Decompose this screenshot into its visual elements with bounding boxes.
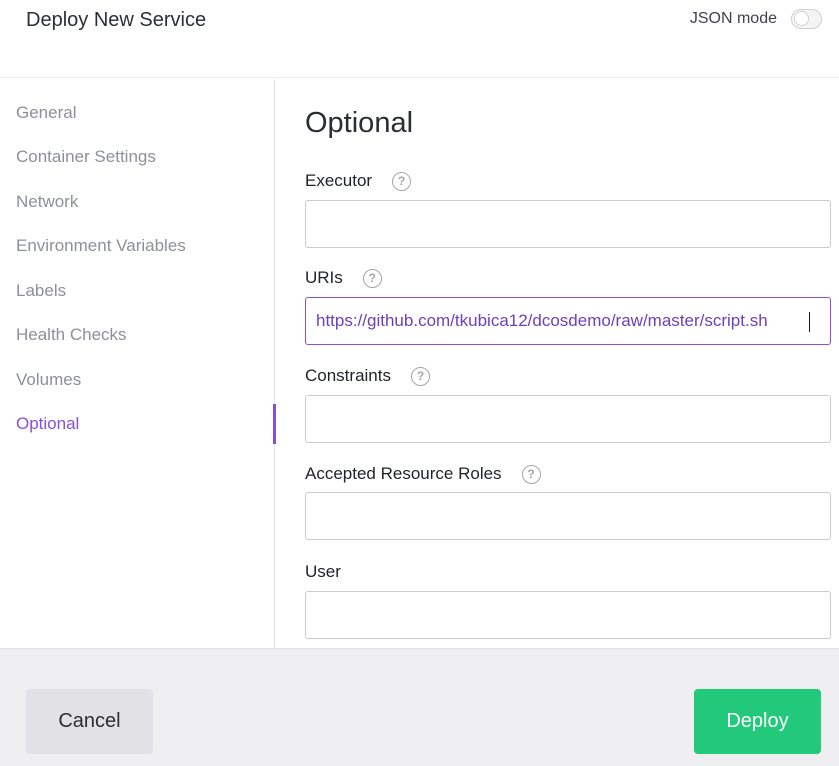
json-mode-control[interactable]: JSON mode bbox=[690, 9, 822, 29]
accepted-resource-roles-label-text: Accepted Resource Roles bbox=[305, 464, 502, 483]
uris-input[interactable] bbox=[305, 297, 831, 345]
deploy-button[interactable]: Deploy bbox=[694, 689, 821, 754]
modal-header: Deploy New Service JSON mode bbox=[0, 0, 839, 78]
cancel-button[interactable]: Cancel bbox=[26, 689, 153, 754]
sidebar-item-container-settings[interactable]: Container Settings bbox=[16, 147, 156, 167]
help-icon[interactable]: ? bbox=[362, 268, 382, 288]
page-title: Deploy New Service bbox=[26, 9, 207, 31]
toggle-knob bbox=[794, 11, 809, 26]
help-icon[interactable]: ? bbox=[392, 171, 412, 191]
sidebar-item-optional[interactable]: Optional bbox=[16, 414, 79, 434]
user-label: User bbox=[305, 562, 341, 582]
sidebar-item-general[interactable]: General bbox=[16, 103, 76, 123]
uris-label-text: URIs bbox=[305, 268, 343, 287]
user-label-text: User bbox=[305, 562, 341, 581]
constraints-label: Constraints ? bbox=[305, 366, 430, 386]
sidebar-item-volumes[interactable]: Volumes bbox=[16, 370, 81, 390]
modal-footer: Cancel Deploy bbox=[0, 648, 839, 766]
section-title: Optional bbox=[305, 107, 414, 139]
executor-input[interactable] bbox=[305, 200, 831, 248]
sidebar-item-health-checks[interactable]: Health Checks bbox=[16, 325, 127, 345]
accepted-resource-roles-label: Accepted Resource Roles ? bbox=[305, 464, 541, 484]
constraints-input[interactable] bbox=[305, 395, 831, 443]
form-panel: Optional Executor ? URIs ? Constraints ?… bbox=[276, 79, 839, 648]
json-mode-toggle[interactable] bbox=[791, 9, 822, 29]
user-input[interactable] bbox=[305, 591, 831, 639]
constraints-label-text: Constraints bbox=[305, 366, 391, 385]
help-icon[interactable]: ? bbox=[410, 366, 430, 386]
executor-label-text: Executor bbox=[305, 171, 373, 190]
accepted-resource-roles-input[interactable] bbox=[305, 492, 831, 540]
help-icon[interactable]: ? bbox=[521, 464, 541, 484]
sidebar-item-environment-variables[interactable]: Environment Variables bbox=[16, 236, 186, 256]
sidebar-item-network[interactable]: Network bbox=[16, 192, 78, 212]
uris-label: URIs ? bbox=[305, 268, 382, 288]
text-caret bbox=[809, 312, 810, 332]
sidebar-nav: General Container Settings Network Envir… bbox=[0, 79, 276, 648]
executor-label: Executor ? bbox=[305, 171, 412, 191]
json-mode-label: JSON mode bbox=[689, 10, 777, 27]
sidebar-item-labels[interactable]: Labels bbox=[16, 281, 66, 301]
